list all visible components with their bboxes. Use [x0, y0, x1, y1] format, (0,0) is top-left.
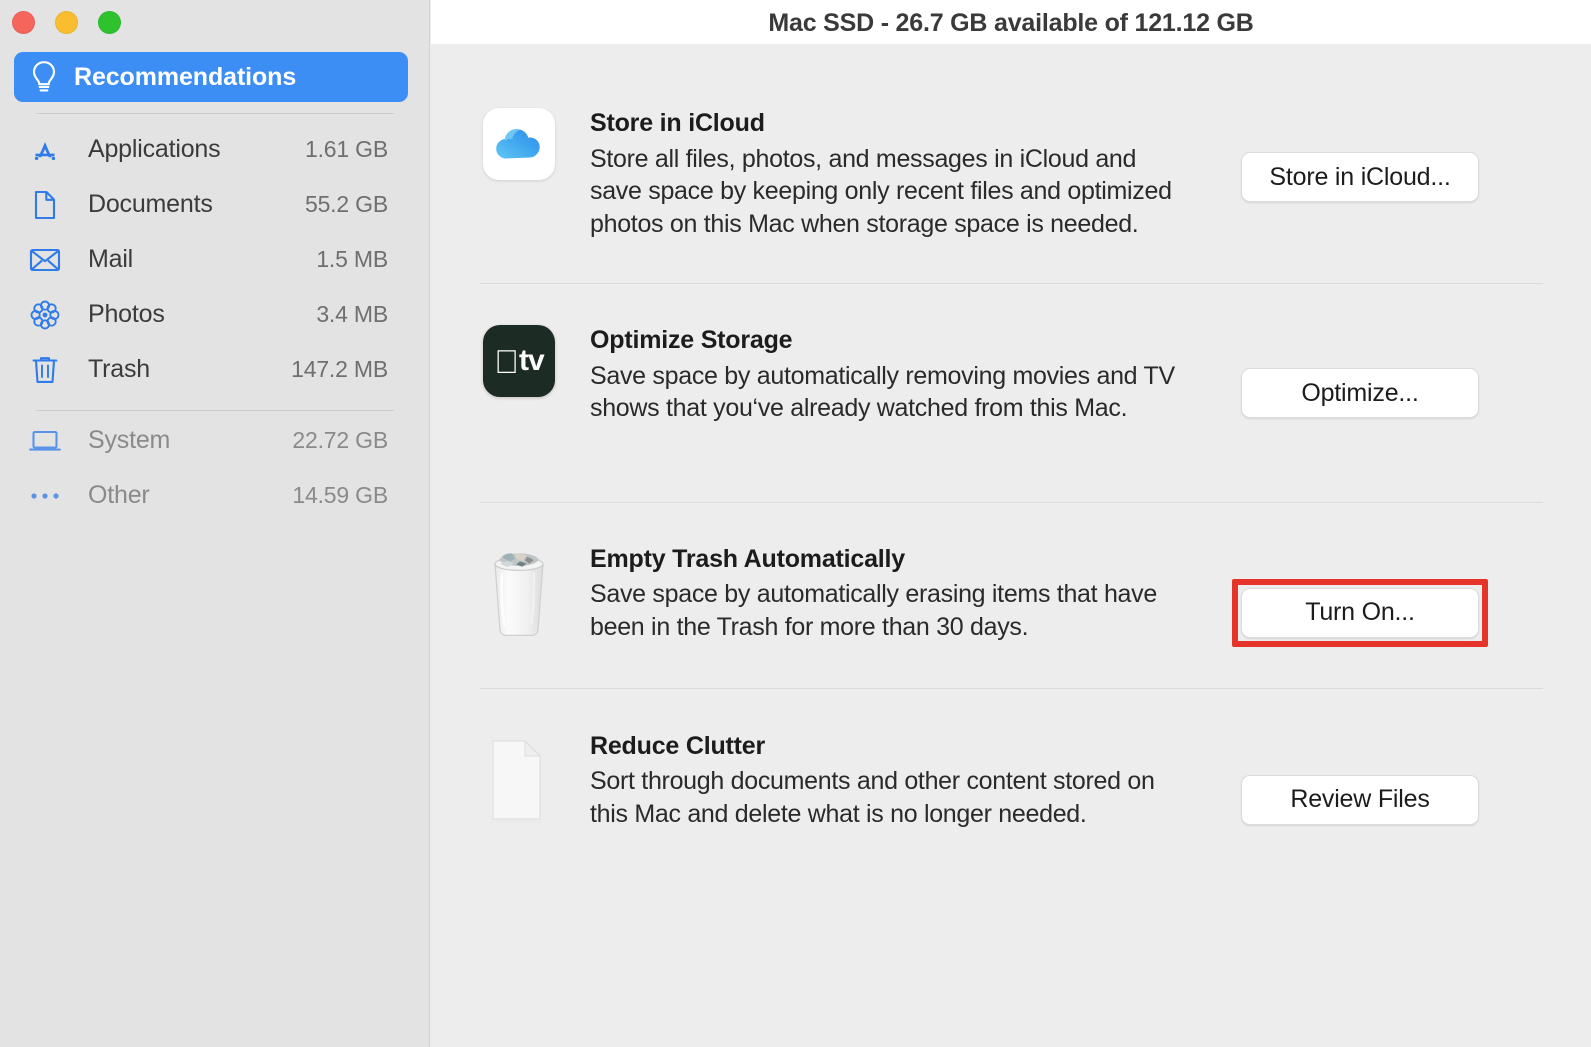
lightbulb-icon	[14, 60, 74, 94]
optimize-button[interactable]: Optimize...	[1241, 368, 1479, 418]
document-page-icon	[480, 731, 558, 831]
sidebar-item-size: 55.2 GB	[305, 191, 388, 217]
sidebar: Recommendations Applications 1.61 GB Doc…	[0, 0, 430, 1047]
sidebar-item-label: Mail	[88, 245, 134, 273]
turn-on-button[interactable]: Turn On...	[1241, 587, 1479, 638]
page-title: Mac SSD - 26.7 GB available of 121.12 GB	[768, 9, 1254, 37]
ellipsis-icon	[28, 479, 62, 513]
recommendation-title: Empty Trash Automatically	[590, 544, 905, 573]
apple-logo-icon: 	[494, 345, 519, 378]
recommendation-row-optimize-storage: tv Optimize Storage Save space by autom…	[431, 284, 1591, 425]
recommendation-description: Save space by automatically removing mov…	[590, 361, 1175, 423]
recommendation-title: Optimize Storage	[590, 326, 793, 354]
recommendation-action: Optimize...	[1210, 325, 1510, 418]
recommendation-text: Store in iCloud Store all files, photos,…	[558, 108, 1210, 240]
recommendation-row-empty-trash-automatically: Empty Trash Automatically Save space by …	[431, 503, 1591, 647]
recommendation-text: Empty Trash Automatically Save space by …	[558, 544, 1210, 644]
sidebar-item-label: Documents	[88, 190, 213, 218]
recommendation-text: Reduce Clutter Sort through documents an…	[558, 731, 1210, 831]
sidebar-item-system: System 22.72 GB	[0, 413, 430, 468]
trash-icon	[28, 353, 62, 387]
recommendation-row-store-in-icloud: Store in iCloud Store all files, photos,…	[431, 44, 1591, 240]
review-files-button[interactable]: Review Files	[1241, 774, 1479, 825]
recommendation-title: Reduce Clutter	[590, 731, 766, 760]
storage-management-window: Recommendations Applications 1.61 GB Doc…	[0, 0, 1591, 1047]
recommendation-action: Store in iCloud...	[1210, 108, 1510, 202]
close-button[interactable]	[12, 11, 35, 34]
sidebar-item-label: Trash	[88, 355, 150, 383]
sidebar-item-other: Other 14.59 GB	[0, 468, 430, 523]
document-icon	[28, 188, 62, 222]
sidebar-item-size: 147.2 MB	[291, 356, 388, 382]
laptop-icon	[28, 424, 62, 458]
minimize-button[interactable]	[55, 11, 78, 34]
mail-icon	[28, 243, 62, 277]
sidebar-divider-top	[36, 113, 394, 114]
store-in-icloud-button[interactable]: Store in iCloud...	[1241, 152, 1479, 202]
sidebar-item-label: Other	[88, 481, 150, 509]
sidebar-item-label: Applications	[88, 135, 221, 163]
sidebar-item-recommendations[interactable]: Recommendations	[14, 52, 408, 102]
sidebar-item-size: 1.5 MB	[316, 246, 388, 272]
sidebar-system-list: System 22.72 GB Other 14.59 GB	[0, 413, 430, 523]
recommendation-title: Store in iCloud	[590, 109, 765, 137]
sidebar-item-mail[interactable]: Mail 1.5 MB	[0, 232, 430, 287]
sidebar-divider-system	[36, 410, 394, 411]
sidebar-item-photos[interactable]: Photos 3.4 MB	[0, 287, 430, 342]
icloud-icon	[480, 108, 558, 180]
recommendation-description: Sort through documents and other content…	[590, 767, 1155, 828]
sidebar-item-size: 1.61 GB	[305, 136, 388, 162]
recommendations-panel: Store in iCloud Store all files, photos,…	[431, 44, 1591, 1047]
highlight-annotation: Turn On...	[1232, 578, 1488, 647]
sidebar-item-label: System	[88, 426, 171, 454]
sidebar-item-size: 3.4 MB	[316, 301, 388, 327]
zoom-button[interactable]	[98, 11, 121, 34]
sidebar-item-trash[interactable]: Trash 147.2 MB	[0, 342, 430, 397]
sidebar-item-label: Photos	[88, 300, 165, 328]
photos-icon	[28, 298, 62, 332]
apple-tv-icon: tv	[480, 325, 558, 397]
app-store-icon	[28, 133, 62, 167]
window-controls	[12, 11, 121, 34]
recommendation-text: Optimize Storage Save space by automatic…	[558, 325, 1210, 425]
title-bar: Mac SSD - 26.7 GB available of 121.12 GB	[431, 0, 1591, 44]
sidebar-item-documents[interactable]: Documents 55.2 GB	[0, 177, 430, 232]
sidebar-category-list: Applications 1.61 GB Documents 55.2 GB M…	[0, 122, 430, 397]
sidebar-item-label: Recommendations	[74, 62, 297, 91]
recommendation-action: Review Files	[1210, 731, 1510, 825]
sidebar-item-applications[interactable]: Applications 1.61 GB	[0, 122, 430, 177]
trash-full-icon	[480, 544, 558, 640]
recommendation-description: Store all files, photos, and messages in…	[590, 144, 1172, 238]
recommendation-row-reduce-clutter: Reduce Clutter Sort through documents an…	[431, 689, 1591, 831]
recommendation-description: Save space by automatically erasing item…	[590, 580, 1157, 641]
sidebar-item-size: 14.59 GB	[292, 482, 388, 508]
recommendation-action: Turn On...	[1210, 544, 1510, 647]
sidebar-item-size: 22.72 GB	[292, 427, 388, 453]
